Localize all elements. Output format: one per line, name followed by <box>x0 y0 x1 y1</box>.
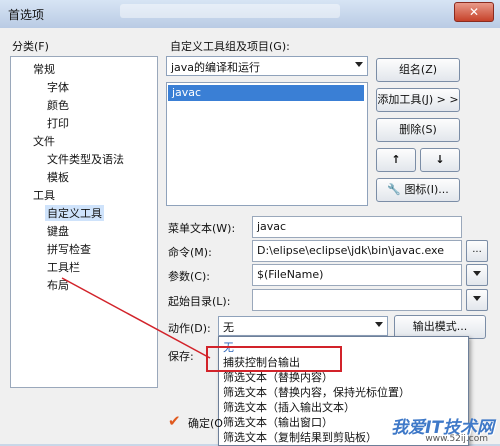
tree-item-label: 拼写检查 <box>47 243 91 256</box>
icon-button[interactable]: 🔧 图标(I)... <box>376 178 460 202</box>
params-value: $(FileName) <box>257 268 324 281</box>
tree-item[interactable]: 拼写检查 <box>45 241 93 257</box>
tree-item-label: 工具栏 <box>47 261 80 274</box>
command-value: D:\elipse\eclipse\jdk\bin\javac.exe <box>257 244 444 257</box>
move-up-button[interactable]: ↑ <box>376 148 416 172</box>
close-icon: ✕ <box>468 5 480 19</box>
close-button[interactable]: ✕ <box>454 2 494 22</box>
category-tree[interactable]: 常规字体颜色打印文件文件类型及语法 模板工具自定义工具键盘拼写检查工具栏布局 <box>10 56 158 388</box>
dropdown-option[interactable]: 筛选文本（插入输出文本） <box>223 399 355 415</box>
tree-item[interactable]: 工具 <box>31 187 57 203</box>
dropdown-option[interactable]: 筛选文本（复制结果到剪贴板） <box>223 429 377 445</box>
start-dir-label: 起始目录(L): <box>168 295 231 308</box>
icon-button-label: 图标(I)... <box>404 183 449 196</box>
tree-item[interactable]: 工具栏 <box>45 259 82 275</box>
tree-item[interactable]: 布局 <box>45 277 71 293</box>
tool-list[interactable]: javac <box>166 82 368 206</box>
tree-item[interactable]: 字体 <box>45 79 71 95</box>
menu-text-label: 菜单文本(W): <box>168 222 236 235</box>
action-select[interactable]: 无 <box>218 316 388 336</box>
delete-button[interactable]: 删除(S) <box>376 118 460 142</box>
tree-item-label: 自定义工具 <box>47 207 102 220</box>
tree-item-label: 文件 <box>33 135 55 148</box>
tree-item[interactable]: 颜色 <box>45 97 71 113</box>
check-icon: ✔ <box>168 412 181 430</box>
wrench-icon: 🔧 <box>387 183 401 196</box>
params-field[interactable]: $(FileName) <box>252 264 462 286</box>
tree-item-label: 打印 <box>47 117 69 130</box>
add-tool-button[interactable]: 添加工具(J) > > <box>376 88 460 112</box>
menu-text-value: javac <box>257 220 287 233</box>
tool-group-label: 自定义工具组及项目(G): <box>170 40 290 53</box>
list-item[interactable]: javac <box>168 85 364 101</box>
tree-item[interactable]: 模板 <box>45 169 71 185</box>
dropdown-option[interactable]: 筛选文本（输出窗口） <box>223 414 333 430</box>
params-dropdown-button[interactable] <box>466 264 488 286</box>
tool-group-select[interactable]: java的编译和运行 <box>166 56 368 76</box>
save-label: 保存: <box>168 350 194 363</box>
tree-item[interactable]: 文件类型及语法 <box>45 151 126 167</box>
watermark-url: www.52ij.com <box>425 434 488 444</box>
tree-item-label: 键盘 <box>47 225 69 238</box>
move-down-button[interactable]: ↓ <box>420 148 460 172</box>
command-label: 命令(M): <box>168 246 212 259</box>
tree-item-label: 模板 <box>47 171 69 184</box>
browse-button[interactable]: ... <box>466 240 488 262</box>
tree-item-label: 布局 <box>47 279 69 292</box>
tree-item-label: 工具 <box>33 189 55 202</box>
action-label: 动作(D): <box>168 322 211 335</box>
list-item-label: javac <box>172 86 202 99</box>
tree-item-label: 字体 <box>47 81 69 94</box>
start-dir-dropdown-button[interactable] <box>466 289 488 311</box>
tree-item[interactable]: 文件 <box>31 133 57 149</box>
group-name-button[interactable]: 组名(Z) <box>376 58 460 82</box>
action-value: 无 <box>223 321 234 334</box>
start-dir-field[interactable] <box>252 289 462 311</box>
tree-item[interactable]: 自定义工具 <box>45 205 104 221</box>
params-label: 参数(C): <box>168 270 210 283</box>
tree-item-label: 文件类型及语法 <box>47 153 124 166</box>
tool-group-value: java的编译和运行 <box>171 61 261 74</box>
tree-item[interactable]: 常规 <box>31 61 57 77</box>
ok-button[interactable]: 确定(O <box>188 415 223 431</box>
blurred-caption <box>120 4 340 18</box>
chevron-right-icon <box>473 270 481 276</box>
chevron-right-icon <box>473 295 481 301</box>
command-field[interactable]: D:\elipse\eclipse\jdk\bin\javac.exe <box>252 240 462 262</box>
menu-text-field[interactable]: javac <box>252 216 462 238</box>
title-bar: 首选项 ✕ <box>0 0 500 29</box>
category-label: 分类(F) <box>12 40 49 53</box>
chevron-down-icon <box>355 62 363 67</box>
dropdown-option[interactable]: 筛选文本（替换内容，保持光标位置） <box>223 384 410 400</box>
window-title: 首选项 <box>8 8 45 22</box>
tree-item-label: 颜色 <box>47 99 69 112</box>
tree-item-label: 常规 <box>33 63 55 76</box>
tree-item[interactable]: 打印 <box>45 115 71 131</box>
tree-item[interactable]: 键盘 <box>45 223 71 239</box>
chevron-down-icon <box>375 322 383 327</box>
annotation-highlight-box <box>206 346 342 372</box>
